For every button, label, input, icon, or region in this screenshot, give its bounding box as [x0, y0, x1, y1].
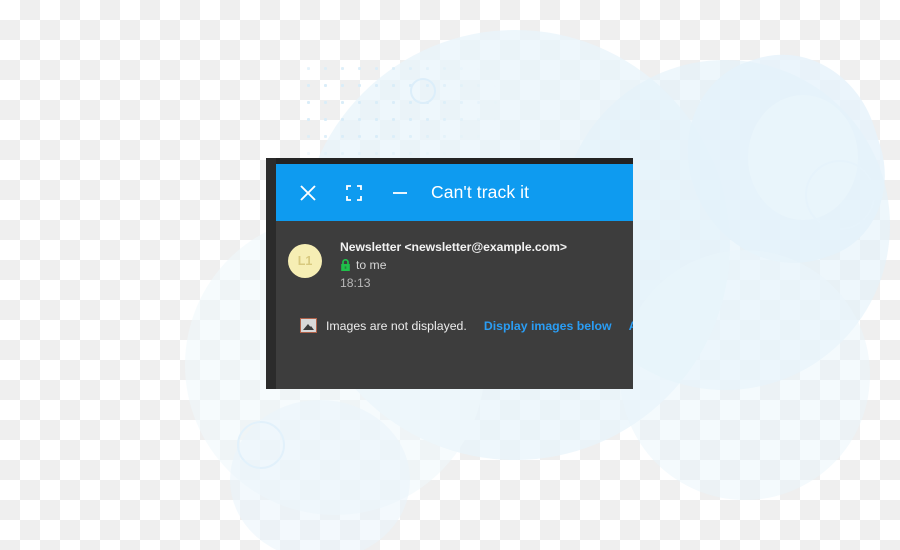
- recipient-line: to me: [340, 258, 567, 272]
- decor-ring: [237, 421, 285, 469]
- page-canvas: Can't track it L1 Newsletter <newsletter…: [0, 0, 900, 550]
- images-blocked-notice: Images are not displayed. Display images…: [276, 318, 633, 333]
- lock-icon: [340, 258, 351, 272]
- sender-block: Newsletter <newsletter@example.com> to m…: [340, 238, 567, 290]
- window-title: Can't track it: [431, 182, 530, 202]
- decor-swoosh-inner: [748, 95, 858, 220]
- recipient-label: to me: [356, 258, 387, 272]
- decor-blob: [230, 400, 410, 550]
- decor-ring: [410, 78, 436, 104]
- display-images-below-link[interactable]: Display images below: [484, 319, 612, 333]
- email-window: Can't track it L1 Newsletter <newsletter…: [266, 158, 633, 389]
- decor-swoosh: [662, 30, 900, 290]
- avatar-initials: L1: [297, 254, 313, 268]
- close-button[interactable]: [289, 174, 327, 212]
- message-timestamp: 18:13: [340, 276, 371, 290]
- window-toolbar: Can't track it: [276, 164, 633, 221]
- minimize-button[interactable]: [381, 174, 419, 212]
- decor-dot-pattern: [300, 60, 500, 170]
- sender-name-and-email: Newsletter <newsletter@example.com>: [340, 240, 567, 254]
- message-header: L1 Newsletter <newsletter@example.com> t…: [276, 221, 633, 290]
- window-left-edge: [266, 158, 276, 389]
- decor-ring: [805, 160, 875, 230]
- images-blocked-text: Images are not displayed.: [326, 318, 467, 333]
- decor-blob: [620, 250, 870, 500]
- fullscreen-icon: [346, 184, 362, 201]
- avatar: L1: [288, 244, 322, 278]
- always-display-link[interactable]: A: [629, 319, 633, 333]
- minimize-icon: [391, 184, 409, 202]
- fullscreen-button[interactable]: [335, 174, 373, 212]
- close-icon: [299, 184, 317, 202]
- image-placeholder-icon: [300, 318, 317, 333]
